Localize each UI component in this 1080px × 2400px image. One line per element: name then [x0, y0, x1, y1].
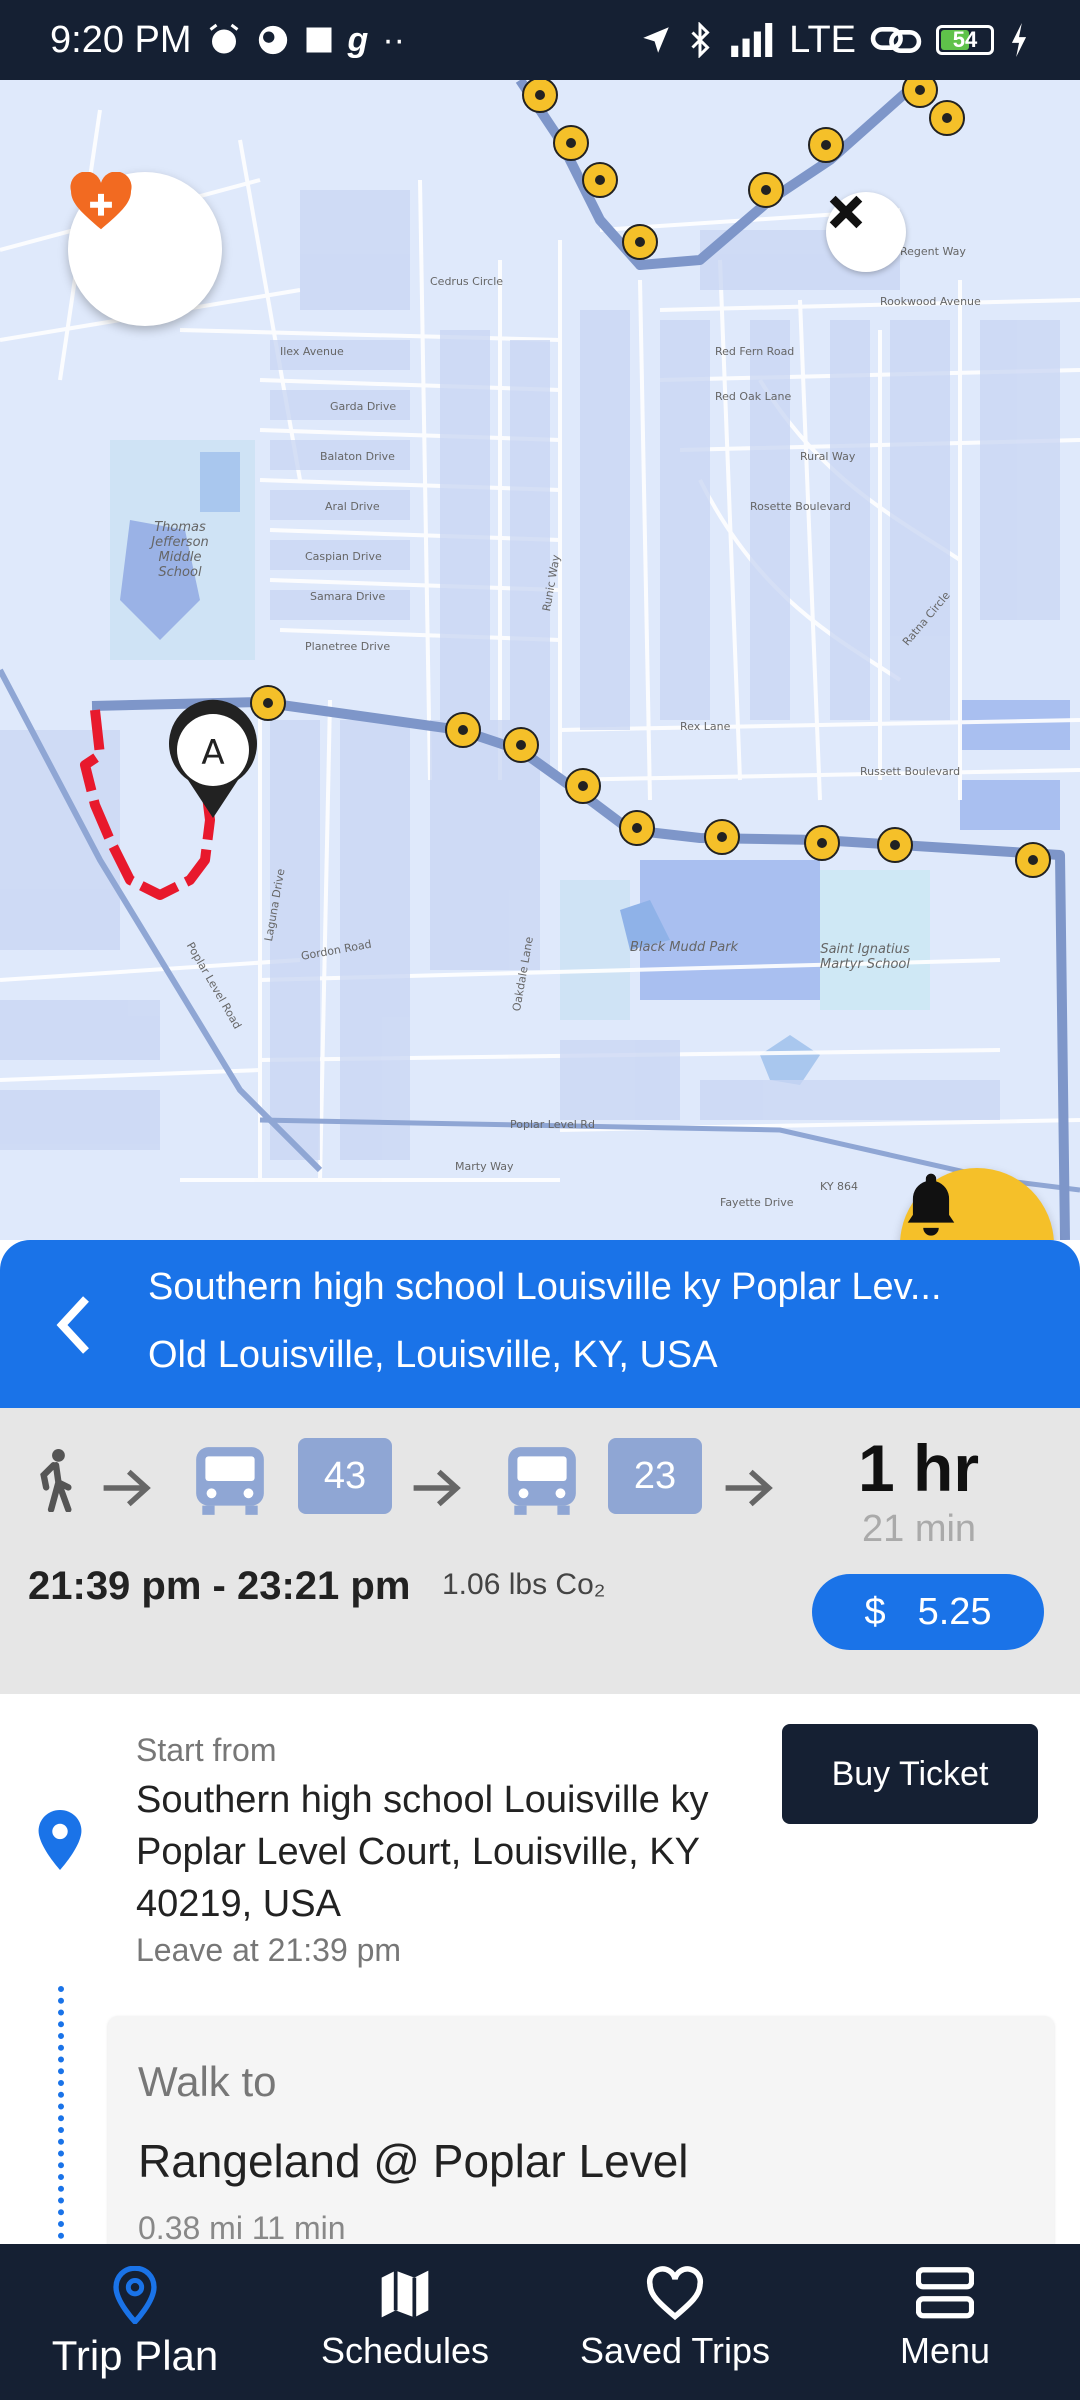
map-label: Black Mudd Park	[630, 940, 739, 955]
route-header: Southern high school Louisville ky Popla…	[0, 1240, 1080, 1408]
walk-icon	[40, 1448, 72, 1512]
walk-label: Walk to	[138, 2058, 277, 2105]
map-label: Ilex Avenue	[280, 345, 344, 358]
arrow-right-icon	[725, 1469, 773, 1507]
link-icon	[870, 27, 922, 53]
nav-label: Trip Plan	[51, 2332, 219, 2379]
walk-destination: Rangeland @ Poplar Level	[138, 2135, 689, 2187]
alarm-icon	[209, 23, 238, 54]
trip-summary[interactable]: 43 23 1 hr 21 min 21:39 pm - 23:21 pm 1.…	[0, 1408, 1080, 1694]
map-label: Aral Drive	[325, 500, 380, 513]
origin-marker[interactable]: A	[169, 699, 257, 818]
menu-icon	[916, 2267, 974, 2319]
status-time: 9:20 PM	[50, 18, 192, 61]
map-label: Poplar Level Rd	[510, 1118, 595, 1131]
notification-icons: g ··	[206, 21, 405, 60]
walk-distance-time: 0.38 mi 11 min	[138, 2210, 346, 2244]
map-label: Caspian Drive	[305, 550, 382, 563]
map-pin-icon	[113, 2266, 157, 2324]
map-label: Rookwood Avenue	[880, 295, 981, 308]
time-range: 21:39 pm - 23:21 pm	[28, 1564, 411, 1608]
duration-hours: 1 hr	[858, 1431, 980, 1505]
nav-label: Menu	[899, 2330, 991, 2371]
buy-ticket-button[interactable]: Buy Ticket	[782, 1724, 1038, 1824]
leave-time: Leave at 21:39 pm	[136, 1932, 402, 1968]
map-label: Red Oak Lane	[715, 390, 792, 403]
map-label: Cedrus Circle	[430, 275, 504, 288]
map-label: Rural Way	[800, 450, 856, 463]
walk-step-card[interactable]: Walk to Rangeland @ Poplar Level 0.38 mi…	[108, 2016, 1054, 2244]
bottom-navigation: Trip Plan Schedules Saved Trips Menu	[0, 2244, 1080, 2400]
app-icon	[258, 25, 287, 55]
map-label: KY 864	[820, 1180, 859, 1193]
map-label: Rosette Boulevard	[750, 500, 851, 513]
map-label: Marty Way	[455, 1160, 514, 1173]
map-label: Russett Boulevard	[860, 765, 961, 778]
map-label: Thomas Jefferson Middle School	[151, 520, 209, 580]
trip-details[interactable]: Start from Southern high school Louisvil…	[0, 1694, 1080, 2244]
location-icon	[643, 27, 669, 53]
fare-amount: 5.25	[917, 1590, 992, 1633]
nav-trip-plan[interactable]: Trip Plan	[0, 2244, 270, 2400]
fare-currency: $	[864, 1590, 886, 1633]
more-icon: ··	[382, 20, 405, 59]
favorite-button[interactable]	[68, 172, 222, 326]
map-label: Planetree Drive	[305, 640, 391, 653]
heart-icon	[646, 2266, 704, 2321]
bus-icon	[508, 1447, 576, 1515]
arrow-right-icon	[413, 1469, 461, 1507]
back-button[interactable]	[44, 1290, 104, 1360]
map-label: Red Fern Road	[715, 345, 795, 358]
close-icon	[829, 195, 863, 229]
start-address: Southern high school Louisville ky Popla…	[136, 1779, 709, 1925]
marker-label: A	[201, 733, 224, 773]
route-badge: 23	[608, 1438, 702, 1514]
heart-plus-icon	[70, 172, 132, 230]
map-view[interactable]: A Thomas Jefferson Middle School Black M…	[0, 80, 1080, 1240]
nav-label: Saved Trips	[579, 2330, 771, 2371]
location-pin-icon	[38, 1810, 82, 1870]
nav-saved-trips[interactable]: Saved Trips	[540, 2244, 810, 2400]
battery-icon: 54	[936, 25, 994, 55]
route-badge: 43	[298, 1438, 392, 1514]
close-button[interactable]	[826, 192, 906, 272]
g-icon: g	[347, 20, 369, 59]
signal-icon	[731, 23, 773, 57]
walk-connector	[58, 1986, 64, 2244]
nav-label: Schedules	[320, 2330, 490, 2371]
bell-icon	[907, 1173, 955, 1236]
chevron-left-icon	[56, 1296, 89, 1354]
map-label: Garda Drive	[330, 400, 397, 413]
destination-subtitle: Old Louisville, Louisville, KY, USA	[148, 1334, 718, 1376]
map-label: Regent Way	[900, 245, 966, 258]
destination-title: Southern high school Louisville ky Popla…	[148, 1266, 942, 1308]
map-label: Saint Ignatius Martyr School	[820, 942, 910, 972]
map-label: Samara Drive	[310, 590, 386, 603]
network-type: LTE	[789, 18, 856, 61]
co2-emission: 1.06 lbs Co₂	[442, 1568, 606, 1601]
arrow-right-icon	[103, 1469, 151, 1507]
status-bar: 9:20 PM g ·· LTE 54	[0, 0, 1080, 80]
start-label: Start from	[136, 1732, 277, 1768]
duration-minutes: 21 min	[862, 1508, 977, 1550]
fare-badge[interactable]: $ 5.25	[812, 1574, 1044, 1650]
map-icon	[381, 2270, 429, 2318]
bluetooth-icon	[691, 22, 710, 58]
map-label: Balaton Drive	[320, 450, 395, 463]
map-label: Rex Lane	[680, 720, 731, 733]
nav-schedules[interactable]: Schedules	[270, 2244, 540, 2400]
map-label: Fayette Drive	[720, 1196, 794, 1209]
square-icon	[306, 27, 332, 53]
charging-icon	[1011, 23, 1027, 57]
nav-menu[interactable]: Menu	[810, 2244, 1080, 2400]
bus-icon	[196, 1447, 264, 1515]
